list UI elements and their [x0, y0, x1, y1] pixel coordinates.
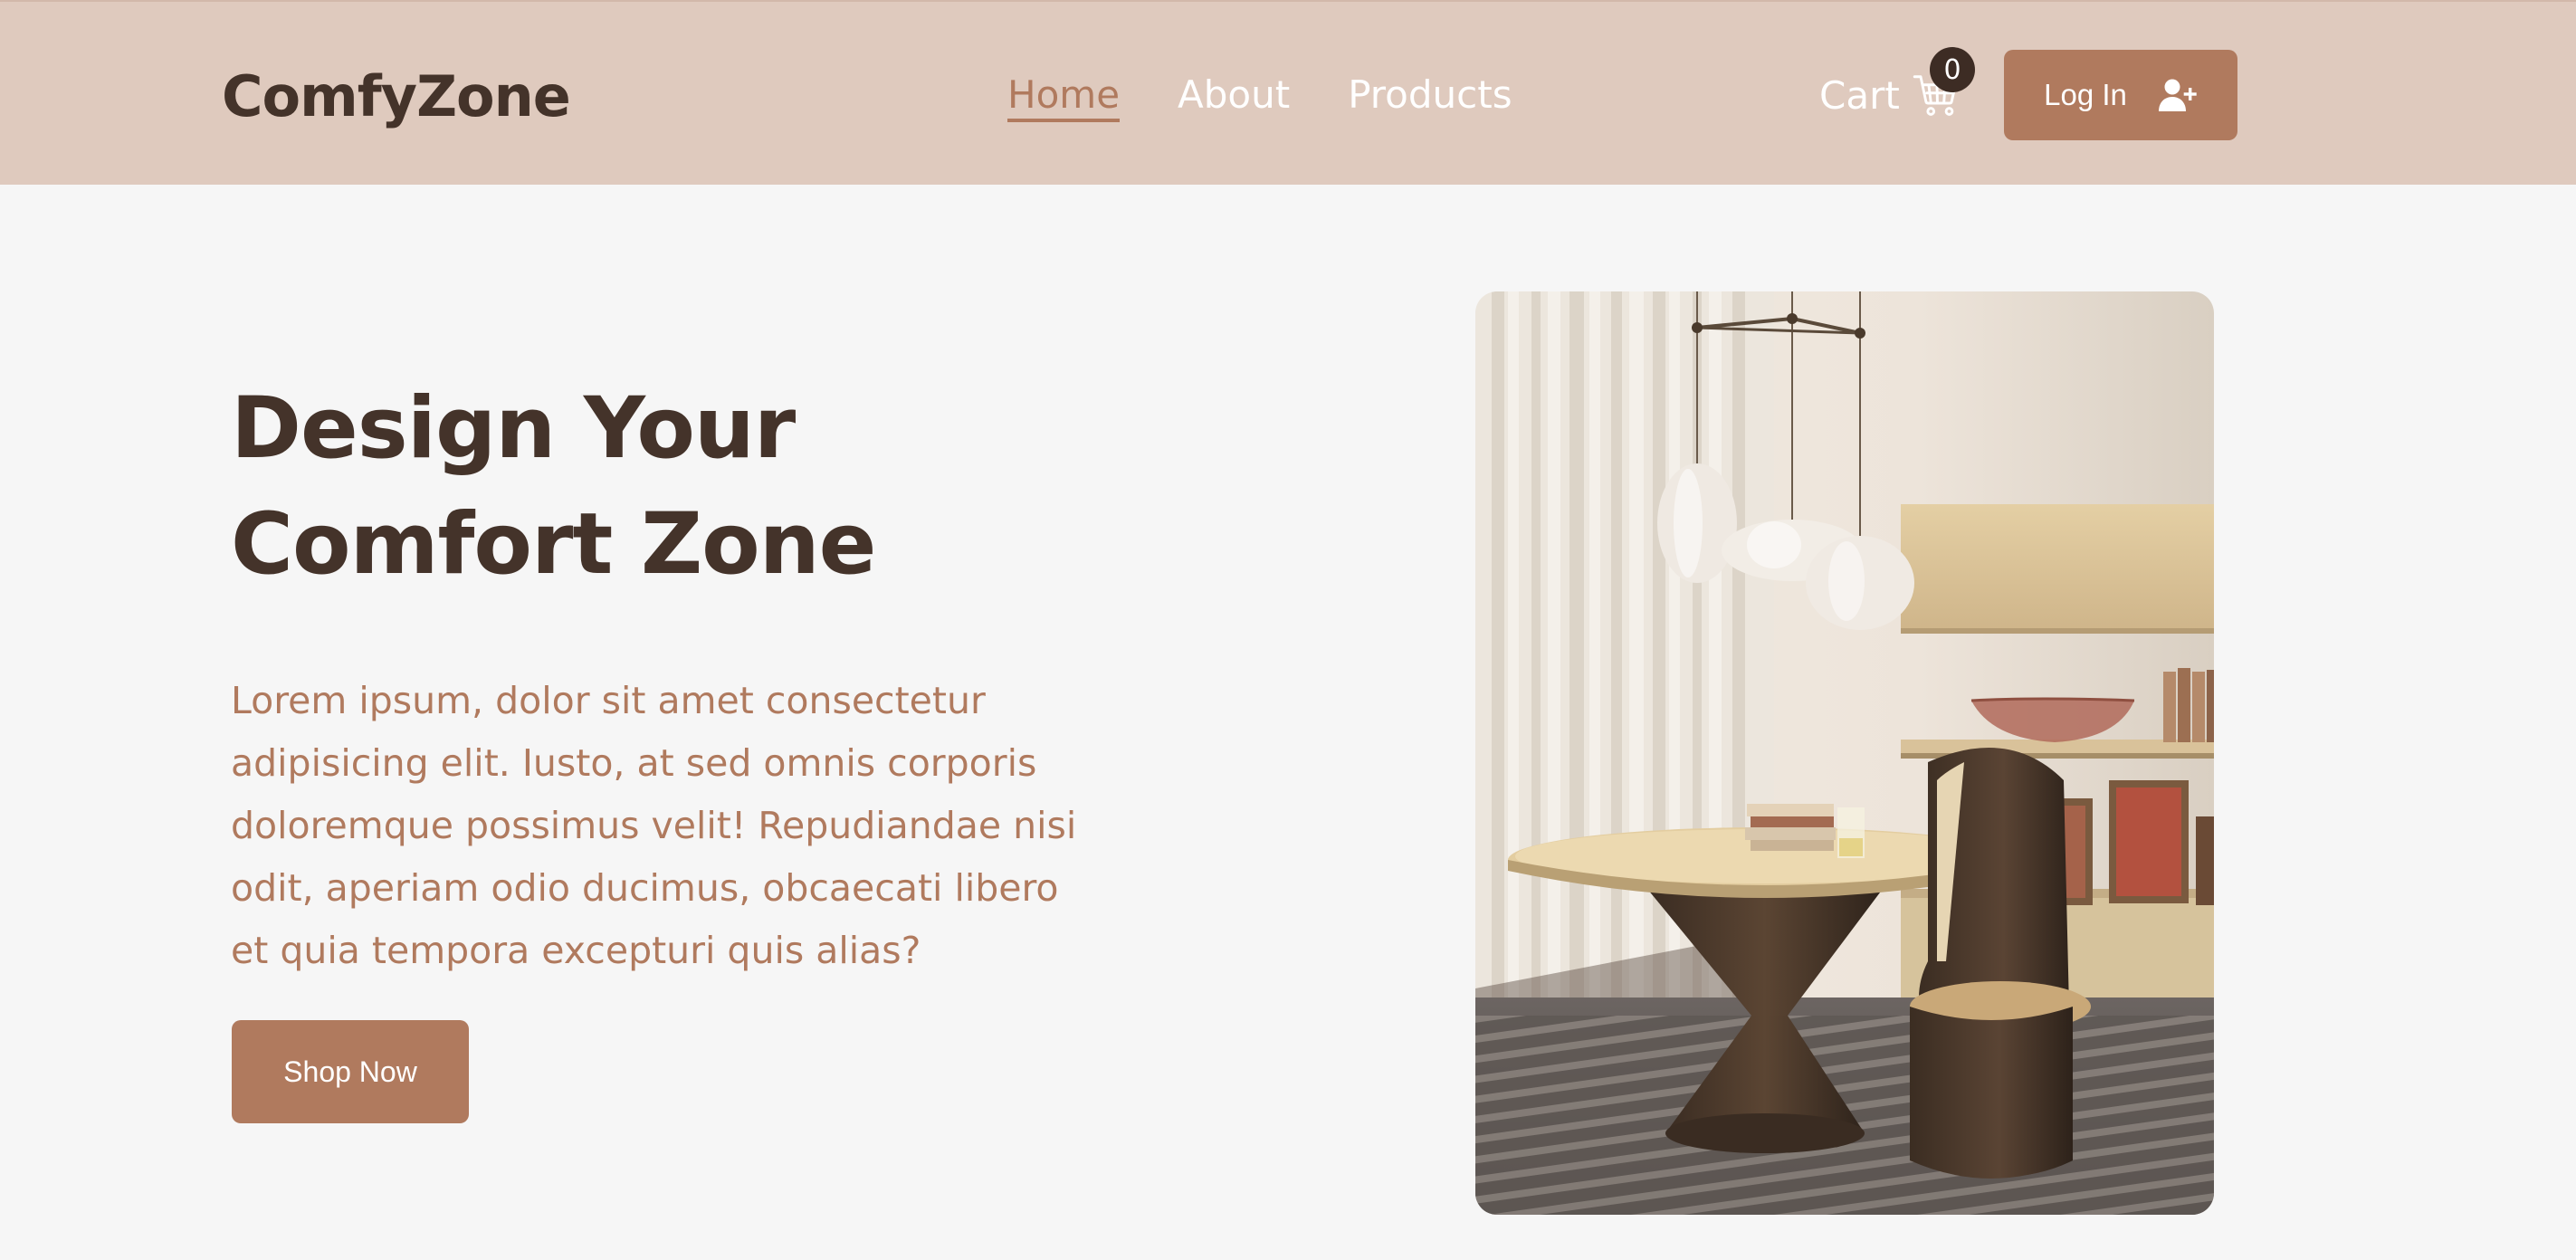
- login-button[interactable]: Log In: [2004, 50, 2237, 140]
- hero-description: Lorem ipsum, dolor sit amet consectetur …: [231, 679, 1077, 972]
- nav-links: Home About Products: [1007, 72, 1512, 122]
- cart-count-badge: 0: [1930, 47, 1975, 92]
- navbar: ComfyZone Home About Products Cart 0 Log…: [0, 0, 2576, 185]
- nav-link-home[interactable]: Home: [1007, 72, 1121, 122]
- hero-title: Design Your Comfort Zone: [231, 371, 876, 603]
- hero-image: [1475, 291, 2214, 1215]
- hero-title-line-1: Design Your: [231, 379, 796, 478]
- shop-now-button[interactable]: Shop Now: [232, 1020, 469, 1123]
- nav-link-products[interactable]: Products: [1348, 72, 1512, 122]
- cart-label: Cart: [1819, 72, 1900, 118]
- logo[interactable]: ComfyZone: [222, 63, 571, 129]
- login-label: Log In: [2044, 78, 2127, 111]
- user-plus-icon: [2158, 79, 2197, 111]
- hero-title-line-2: Comfort Zone: [231, 495, 876, 594]
- nav-link-about[interactable]: About: [1178, 72, 1290, 122]
